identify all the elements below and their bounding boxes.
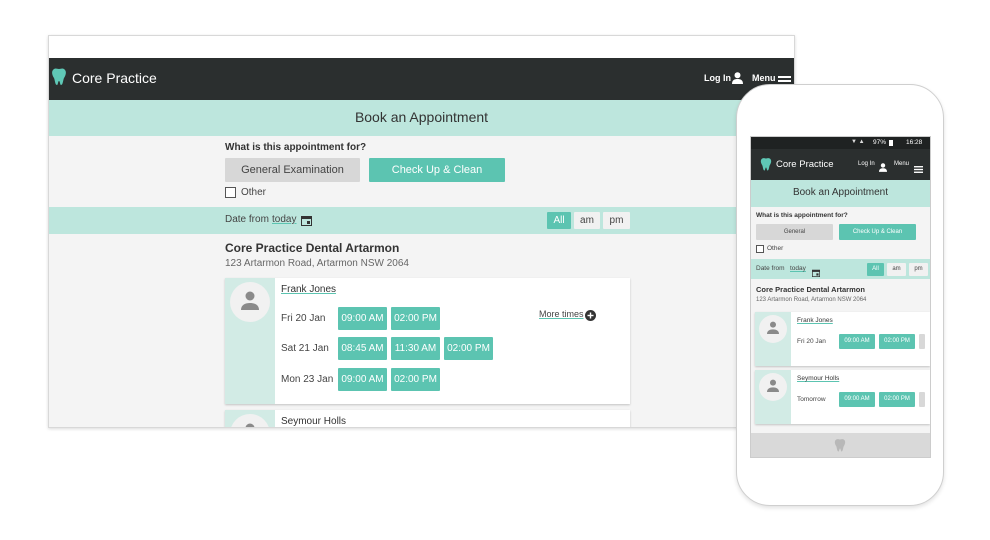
title-band: Book an Appointment [751, 180, 930, 207]
time-slot-button[interactable]: 02:00 PM [444, 337, 493, 360]
mobile-top-nav: Core Practice Log In Menu [751, 149, 930, 180]
person-icon [767, 321, 779, 334]
filter-all[interactable]: All [547, 212, 571, 229]
practitioner-name[interactable]: Seymour Holls [281, 416, 346, 427]
hamburger-icon[interactable] [914, 160, 923, 178]
phone-screen: ▼ ▲ 97% 16:28 Core Practice Log In Menu … [750, 136, 931, 458]
date-filter-bar: Date from today All am pm [751, 259, 930, 279]
signal-icon: ▼ ▲ [851, 139, 865, 145]
practice-name: Core Practice Dental Artarmon [756, 285, 865, 294]
practitioner-name[interactable]: Frank Jones [281, 284, 336, 295]
time-slot-button[interactable]: 02:00 PM [391, 307, 440, 330]
filter-am[interactable]: am [887, 263, 906, 276]
general-button[interactable]: General [756, 224, 833, 240]
filter-am[interactable]: am [574, 212, 600, 229]
other-label: Other [241, 187, 267, 198]
time-slot-button[interactable]: 09:00 AM [338, 307, 387, 330]
general-examination-button[interactable]: General Examination [225, 158, 360, 182]
day-label: Tomorrow [797, 396, 826, 403]
avatar [759, 315, 787, 343]
practice-address: 123 Artarmon Road, Artarmon NSW 2064 [225, 258, 409, 269]
scroll-next-indicator[interactable] [919, 334, 925, 349]
login-link[interactable]: Log In [858, 161, 875, 167]
time-slot-button[interactable]: 09:00 AM [839, 392, 875, 407]
login-link[interactable]: Log In [704, 73, 731, 83]
time-slot-button[interactable]: 08:45 AM [338, 337, 387, 360]
status-bar: ▼ ▲ 97% 16:28 [751, 137, 930, 149]
top-nav-bar: Core Practice Log In Menu [49, 58, 794, 100]
calendar-icon[interactable] [812, 264, 820, 282]
day-label: Mon 23 Jan [281, 374, 334, 385]
avatar [230, 282, 270, 322]
more-times-link[interactable]: More times [539, 309, 584, 319]
filter-all[interactable]: All [867, 263, 884, 276]
time-slot-button[interactable]: 02:00 PM [879, 334, 915, 349]
plus-circle-icon[interactable] [585, 308, 596, 326]
person-icon [245, 423, 255, 427]
date-from-label: Date from [756, 265, 785, 272]
other-label: Other [767, 245, 784, 252]
day-label: Fri 20 Jan [797, 338, 826, 345]
status-time: 16:28 [906, 139, 923, 146]
battery-level: 97% [873, 139, 887, 146]
practitioner-card: Frank Jones Fri 20 Jan 09:00 AM 02:00 PM… [225, 278, 630, 404]
time-slot-button[interactable]: 09:00 AM [839, 334, 875, 349]
brand-name[interactable]: Core Practice [72, 70, 157, 86]
user-icon[interactable] [879, 159, 887, 177]
date-filter-bar: Date from today All am pm [49, 207, 794, 234]
other-checkbox[interactable] [756, 245, 764, 253]
tooth-logo-icon [834, 438, 846, 457]
mobile-footer [751, 433, 930, 457]
person-icon [241, 291, 259, 310]
practitioner-card: Seymour Holls Tomorrow 09:00 AM 02:00 PM [755, 370, 930, 424]
scroll-next-indicator[interactable] [919, 392, 925, 407]
page-title: Book an Appointment [792, 187, 889, 198]
page-title: Book an Appointment [354, 109, 489, 125]
date-from-value[interactable]: today [272, 214, 296, 225]
practice-name: Core Practice Dental Artarmon [225, 241, 400, 255]
tooth-logo-icon [760, 157, 772, 177]
user-icon[interactable] [732, 71, 743, 89]
appointment-question: What is this appointment for? [756, 212, 848, 219]
practitioner-name[interactable]: Frank Jones [797, 317, 833, 324]
battery-icon [889, 140, 893, 146]
person-icon [767, 379, 779, 392]
menu-link[interactable]: Menu [894, 161, 909, 167]
date-from-value[interactable]: today [790, 265, 806, 272]
time-slot-button[interactable]: 02:00 PM [879, 392, 915, 407]
day-label: Sat 21 Jan [281, 343, 329, 354]
time-slot-button[interactable]: 02:00 PM [391, 368, 440, 391]
practice-address: 123 Artarmon Road, Artarmon NSW 2064 [756, 297, 867, 303]
day-label: Fri 20 Jan [281, 313, 326, 324]
avatar [759, 373, 787, 401]
filter-pm[interactable]: pm [603, 212, 630, 229]
calendar-icon[interactable] [301, 213, 312, 231]
title-band: Book an Appointment [49, 100, 794, 136]
check-up-clean-button[interactable]: Check Up & Clean [369, 158, 505, 182]
brand-name[interactable]: Core Practice [776, 159, 834, 170]
filter-pm[interactable]: pm [909, 263, 928, 276]
practitioner-card: Seymour Holls [225, 410, 630, 427]
menu-link[interactable]: Menu [752, 73, 776, 83]
appointment-question: What is this appointment for? [225, 142, 367, 153]
check-up-clean-button[interactable]: Check Up & Clean [839, 224, 916, 240]
practitioner-name[interactable]: Seymour Holls [797, 375, 839, 382]
browser-chrome [49, 36, 794, 58]
practitioner-card: Frank Jones Fri 20 Jan 09:00 AM 02:00 PM [755, 312, 930, 366]
other-checkbox[interactable] [225, 187, 236, 198]
tooth-logo-icon [51, 67, 67, 92]
date-from-label: Date from [225, 214, 269, 225]
time-slot-button[interactable]: 09:00 AM [338, 368, 387, 391]
desktop-browser-window: Core Practice Log In Menu Book an Appoin… [48, 35, 795, 428]
time-slot-button[interactable]: 11:30 AM [391, 337, 440, 360]
